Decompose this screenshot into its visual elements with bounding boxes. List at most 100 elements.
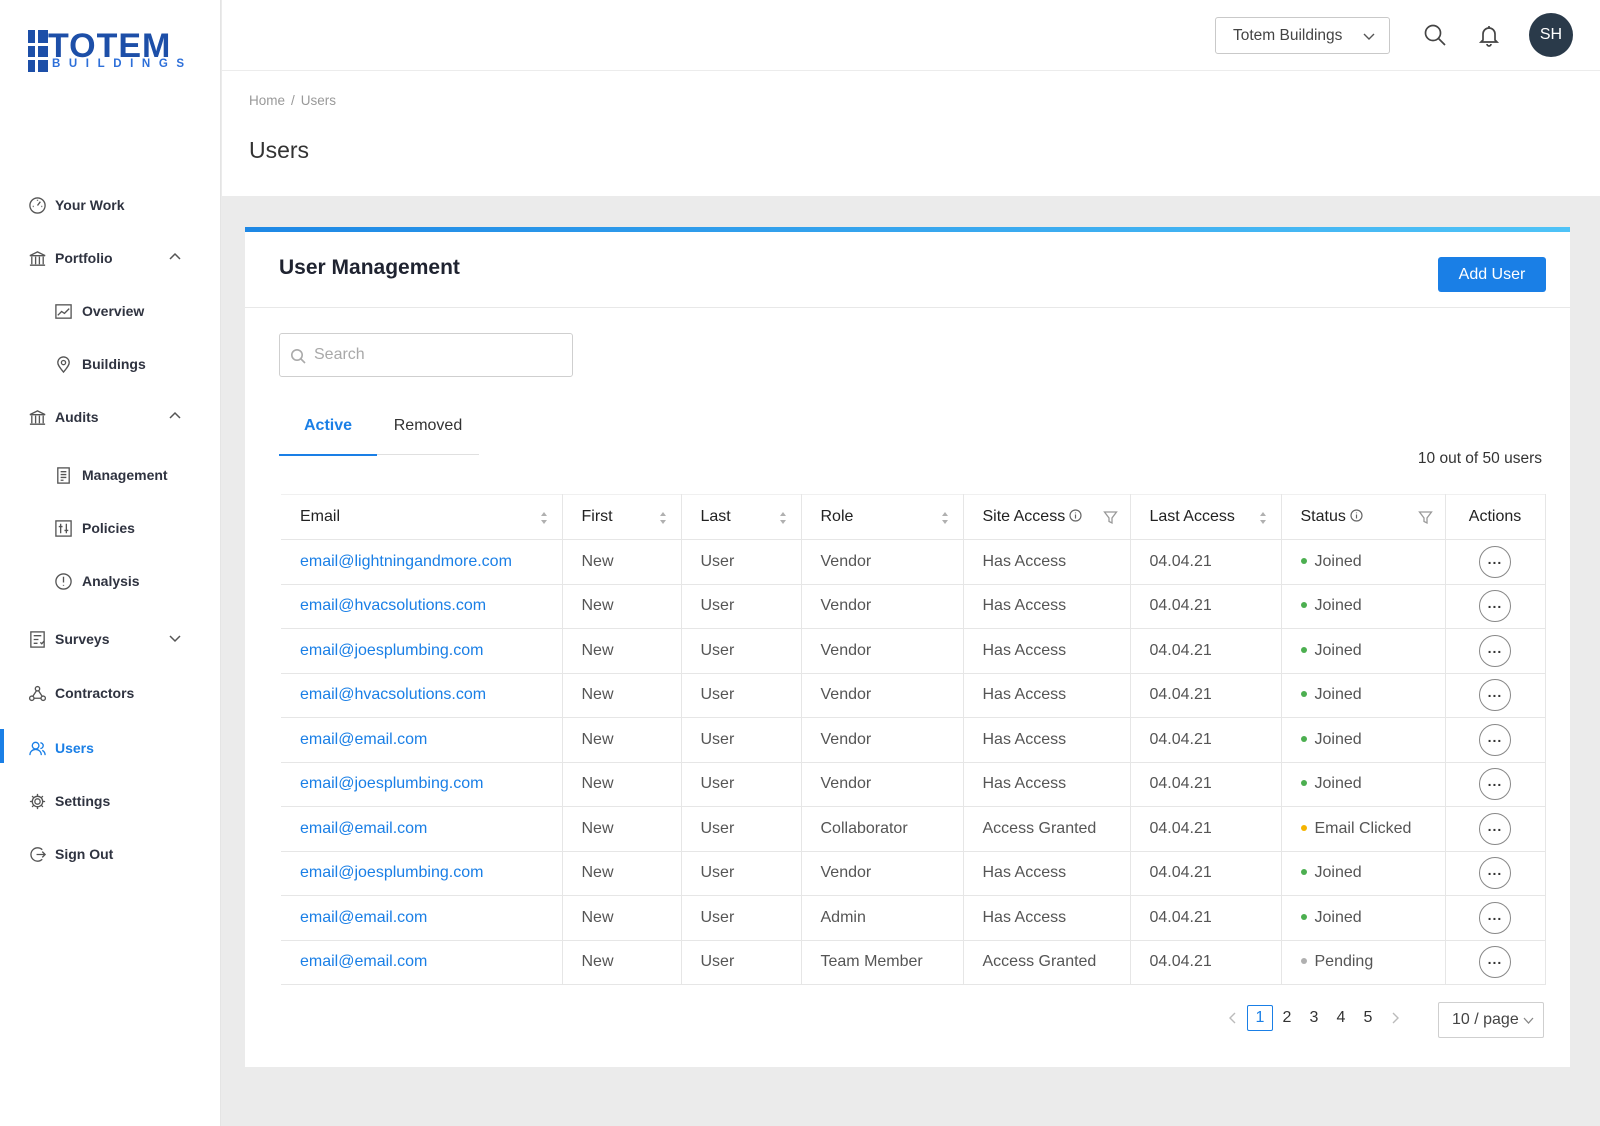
status-dot (1300, 824, 1307, 831)
more-actions-button[interactable]: ... (1479, 590, 1511, 623)
sidebar-item-users[interactable]: Users (0, 733, 221, 763)
breadcrumb-home[interactable]: Home (249, 93, 285, 108)
table-row: email@lightningandmore.com New User Vendor H… (281, 539, 1546, 585)
info-icon[interactable] (1350, 509, 1363, 522)
chevron-down-icon[interactable] (168, 631, 184, 647)
cell-email[interactable]: email@lightningandmore.com (281, 539, 563, 585)
more-actions-button[interactable]: ... (1479, 545, 1511, 578)
info-icon[interactable] (1069, 509, 1082, 522)
logo-mark-icon (28, 30, 48, 72)
page-button-5[interactable]: 5 (1355, 1005, 1381, 1031)
cell-last: User (681, 628, 802, 674)
sidebar-item-management[interactable]: Management (0, 460, 221, 490)
sidebar-item-analysis[interactable]: Analysis (0, 566, 221, 596)
sort-icon[interactable] (540, 511, 548, 525)
sidebar-item-settings[interactable]: Settings (0, 786, 221, 816)
cell-last: User (681, 673, 802, 718)
chevron-up-icon[interactable] (168, 250, 184, 266)
breadcrumb-separator: / (291, 93, 295, 108)
cell-first: New (562, 539, 682, 585)
user-management-card: User Management Add User Active Removed … (245, 227, 1570, 1067)
card-title: User Management (279, 256, 460, 279)
sidebar-item-buildings[interactable]: Buildings (0, 349, 221, 379)
more-actions-button[interactable]: ... (1479, 679, 1511, 712)
more-actions-button[interactable]: ... (1479, 946, 1511, 979)
tab-removed[interactable]: Removed (377, 417, 479, 455)
column-header-last[interactable]: Last (681, 494, 802, 540)
table-row: email@hvacsolutions.com New User Vendor Has … (281, 673, 1546, 718)
more-actions-button[interactable]: ... (1479, 901, 1511, 934)
page-size-value: 10 / page (1452, 1011, 1519, 1028)
column-header-site-access[interactable]: Site Access (963, 494, 1131, 540)
sidebar-item-portfolio[interactable]: Portfolio (0, 243, 221, 273)
sidebar-item-policies[interactable]: Policies (0, 513, 221, 543)
bell-icon[interactable] (1476, 22, 1502, 48)
more-actions-button[interactable]: ... (1479, 723, 1511, 756)
page-button-4[interactable]: 4 (1328, 1005, 1354, 1031)
checklist-icon (27, 629, 47, 649)
more-actions-button[interactable]: ... (1479, 857, 1511, 890)
more-actions-button[interactable]: ... (1479, 812, 1511, 845)
cell-role: Vendor (801, 673, 964, 718)
search-icon (290, 348, 306, 364)
chart-line-icon (53, 301, 73, 321)
chevron-left-icon[interactable] (1220, 1005, 1246, 1031)
cell-email[interactable]: email@hvacsolutions.com (281, 673, 563, 718)
more-actions-button[interactable]: ... (1479, 768, 1511, 801)
cell-first: New (562, 806, 682, 852)
cell-status: Email Clicked (1281, 806, 1446, 852)
cell-email[interactable]: email@joesplumbing.com (281, 762, 563, 807)
filter-icon[interactable] (1102, 510, 1118, 525)
cell-email[interactable]: email@joesplumbing.com (281, 851, 563, 896)
sidebar-item-surveys[interactable]: Surveys (0, 624, 221, 654)
more-actions-button[interactable]: ... (1479, 634, 1511, 667)
cell-last: User (681, 717, 802, 763)
cell-email[interactable]: email@email.com (281, 895, 563, 941)
chevron-right-icon[interactable] (1382, 1005, 1408, 1031)
column-header-status[interactable]: Status (1281, 494, 1446, 540)
chevron-up-icon[interactable] (168, 409, 184, 425)
cell-email[interactable]: email@email.com (281, 940, 563, 985)
add-user-button[interactable]: Add User (1438, 257, 1546, 292)
sort-icon[interactable] (779, 511, 787, 525)
column-header-last-access[interactable]: Last Access (1130, 494, 1282, 540)
cell-email[interactable]: email@email.com (281, 806, 563, 852)
cell-status: Joined (1281, 762, 1446, 807)
status-text: Joined (1314, 641, 1362, 659)
totem-logo[interactable]: TOTEM BUILDINGS (28, 27, 188, 74)
sort-icon[interactable] (659, 511, 667, 525)
sidebar-item-overview[interactable]: Overview (0, 296, 221, 326)
document-icon (53, 465, 73, 485)
sort-icon[interactable] (1259, 511, 1267, 525)
status-tabs: Active Removed (279, 417, 479, 456)
tab-active[interactable]: Active (279, 417, 377, 456)
sidebar-item-your-work[interactable]: Your Work (0, 190, 221, 220)
cell-site-access: Access Granted (963, 940, 1131, 985)
sidebar-item-contractors[interactable]: Contractors (0, 678, 221, 708)
page-button-2[interactable]: 2 (1274, 1005, 1300, 1031)
cell-role: Vendor (801, 628, 964, 674)
sidebar-item-sign-out[interactable]: Sign Out (0, 839, 221, 869)
search-icon[interactable] (1422, 22, 1448, 48)
logo-subtitle: BUILDINGS (52, 58, 193, 70)
cell-email[interactable]: email@email.com (281, 717, 563, 763)
organization-select[interactable]: Totem Buildings (1215, 17, 1390, 54)
cell-actions: ... (1445, 673, 1546, 718)
page-button-1[interactable]: 1 (1247, 1005, 1273, 1031)
column-header-first[interactable]: First (562, 494, 682, 540)
sort-icon[interactable] (941, 511, 949, 525)
cell-email[interactable]: email@joesplumbing.com (281, 628, 563, 674)
page-size-select[interactable]: 10 / page (1438, 1002, 1544, 1038)
status-text: Joined (1314, 864, 1362, 882)
avatar[interactable]: SH (1529, 13, 1573, 57)
filter-icon[interactable] (1417, 510, 1433, 525)
column-header-email[interactable]: Email (281, 494, 563, 540)
cell-site-access: Has Access (963, 584, 1131, 629)
page-button-3[interactable]: 3 (1301, 1005, 1327, 1031)
search-input[interactable] (314, 342, 564, 368)
cell-email[interactable]: email@hvacsolutions.com (281, 584, 563, 629)
column-header-role[interactable]: Role (801, 494, 964, 540)
sidebar-item-audits[interactable]: Audits (0, 402, 221, 432)
status-dot (1300, 691, 1307, 698)
cell-actions: ... (1445, 851, 1546, 896)
